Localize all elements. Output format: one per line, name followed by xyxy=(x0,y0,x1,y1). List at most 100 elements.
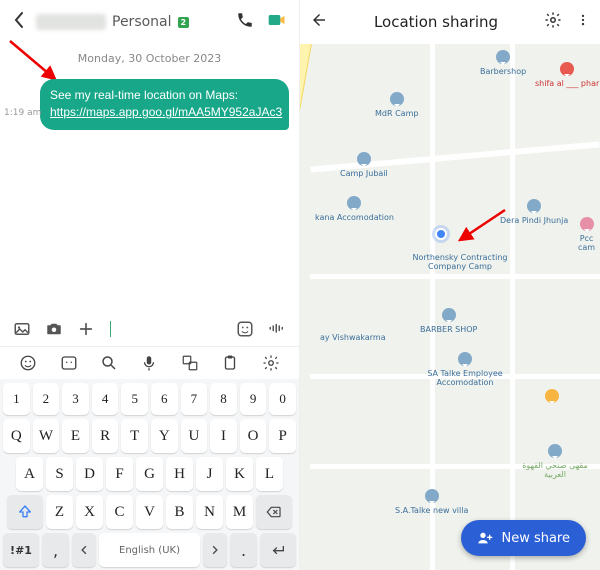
kb-key-s[interactable]: S xyxy=(46,457,73,491)
location-header: Location sharing xyxy=(300,0,600,44)
gif-icon[interactable] xyxy=(59,353,79,373)
contact-tag: Personal xyxy=(112,14,172,30)
poi-restaurant[interactable] xyxy=(545,389,559,407)
kb-key-c[interactable]: C xyxy=(106,495,133,529)
voice-call-icon[interactable] xyxy=(233,11,257,33)
kb-row-3: Z X C V B N M xyxy=(3,495,296,529)
kb-lang-next[interactable] xyxy=(203,533,227,567)
kb-key-n[interactable]: N xyxy=(196,495,223,529)
add-icon[interactable] xyxy=(76,319,96,339)
settings-icon[interactable] xyxy=(544,11,562,33)
date-stamp: Monday, 30 October 2023 xyxy=(0,52,299,65)
message-input[interactable] xyxy=(108,318,223,340)
poi-arabic[interactable]: مقهى صنحي القهوة العربية xyxy=(520,444,590,479)
location-link[interactable]: https://maps.app.goo.gl/mAA5MY952aJAc3 xyxy=(50,105,282,119)
kb-key-y[interactable]: Y xyxy=(151,419,178,453)
kb-symbols[interactable]: !#1 xyxy=(3,533,39,567)
back-icon[interactable] xyxy=(10,12,28,32)
sticker-icon[interactable] xyxy=(235,319,255,339)
kb-key-h[interactable]: H xyxy=(166,457,193,491)
kb-row-4: !#1 , English (UK) . xyxy=(3,533,296,567)
kb-key-d[interactable]: D xyxy=(76,457,103,491)
poi-kana[interactable]: kana Accomodation xyxy=(315,196,394,223)
poi-dera[interactable]: Dera Pindi Jhunja xyxy=(500,199,568,226)
kb-key-6[interactable]: 6 xyxy=(151,383,178,415)
kb-key-f[interactable]: F xyxy=(106,457,133,491)
kb-key-b[interactable]: B xyxy=(166,495,193,529)
kb-key-u[interactable]: U xyxy=(181,419,208,453)
poi-pcc[interactable]: Pcc cam xyxy=(573,217,600,252)
new-share-button[interactable]: New share xyxy=(461,520,586,556)
kb-period[interactable]: . xyxy=(230,533,257,567)
map-canvas[interactable]: Barbershop shifa al ___ phar MdR Camp Ca… xyxy=(300,44,600,570)
kb-key-z[interactable]: Z xyxy=(46,495,73,529)
message-bubble[interactable]: See my real-time location on Maps: https… xyxy=(40,79,289,130)
add-person-icon xyxy=(477,530,493,546)
kb-row-1: Q W E R T Y U I O P xyxy=(3,419,296,453)
translate-icon[interactable] xyxy=(180,353,200,373)
clipboard-icon[interactable] xyxy=(220,353,240,373)
kb-key-i[interactable]: I xyxy=(210,419,237,453)
location-sharing-screen: Location sharing Barbershop shifa al ___… xyxy=(300,0,600,570)
poi-barbershop[interactable]: Barbershop xyxy=(480,50,526,77)
my-location-dot[interactable] xyxy=(435,228,447,240)
kb-key-g[interactable]: G xyxy=(136,457,163,491)
kb-shift[interactable] xyxy=(7,495,43,529)
kb-key-3[interactable]: 3 xyxy=(62,383,89,415)
video-call-icon[interactable] xyxy=(265,10,289,34)
back-icon[interactable] xyxy=(310,11,328,33)
kb-key-0[interactable]: 0 xyxy=(269,383,296,415)
kb-key-t[interactable]: T xyxy=(121,419,148,453)
kb-key-8[interactable]: 8 xyxy=(210,383,237,415)
kb-key-2[interactable]: 2 xyxy=(33,383,60,415)
gallery-icon[interactable] xyxy=(12,319,32,339)
kb-key-e[interactable]: E xyxy=(62,419,89,453)
poi-vishwakarma[interactable]: ay Vishwakarma xyxy=(320,334,386,343)
message-time: 1:19 am xyxy=(4,108,41,118)
kb-key-5[interactable]: 5 xyxy=(121,383,148,415)
kb-row-2: A S D F G H J K L xyxy=(3,457,296,491)
kb-comma[interactable]: , xyxy=(42,533,69,567)
kb-key-7[interactable]: 7 xyxy=(181,383,208,415)
settings-icon[interactable] xyxy=(261,353,281,373)
kb-key-q[interactable]: Q xyxy=(3,419,30,453)
road xyxy=(310,274,600,279)
kb-lang-prev[interactable] xyxy=(72,533,96,567)
emoji-icon[interactable] xyxy=(18,353,38,373)
kb-key-1[interactable]: 1 xyxy=(3,383,30,415)
poi-jubail[interactable]: Camp Jubail xyxy=(340,152,388,179)
kb-key-9[interactable]: 9 xyxy=(240,383,267,415)
kb-key-l[interactable]: L xyxy=(256,457,283,491)
search-icon[interactable] xyxy=(99,353,119,373)
kb-key-w[interactable]: W xyxy=(33,419,60,453)
mic-icon[interactable] xyxy=(139,353,159,373)
kb-key-r[interactable]: R xyxy=(92,419,119,453)
kb-key-v[interactable]: V xyxy=(136,495,163,529)
more-icon[interactable] xyxy=(576,11,590,33)
location-title: Location sharing xyxy=(336,13,536,31)
kb-space[interactable]: English (UK) xyxy=(99,533,200,567)
kb-key-m[interactable]: M xyxy=(226,495,253,529)
kb-key-o[interactable]: O xyxy=(240,419,267,453)
poi-shifa[interactable]: shifa al ___ phar xyxy=(535,62,599,89)
contact-name-redacted xyxy=(36,14,106,30)
kb-key-x[interactable]: X xyxy=(76,495,103,529)
poi-mdr[interactable]: MdR Camp xyxy=(375,92,418,119)
kb-enter[interactable] xyxy=(260,533,296,567)
kb-backspace[interactable] xyxy=(256,495,292,529)
kb-key-k[interactable]: K xyxy=(226,457,253,491)
kb-key-j[interactable]: J xyxy=(196,457,223,491)
contact-title[interactable]: Personal 2 xyxy=(36,14,225,30)
poi-barber-shop[interactable]: BARBER SHOP xyxy=(420,308,477,335)
poi-satalke[interactable]: SA Talke Employee Accomodation xyxy=(415,352,515,387)
poi-northensky[interactable]: Northensky Contracting Company Camp xyxy=(405,254,515,272)
camera-icon[interactable] xyxy=(44,319,64,339)
kb-key-p[interactable]: P xyxy=(269,419,296,453)
keyboard: 1 2 3 4 5 6 7 8 9 0 Q W E R T Y U I O xyxy=(0,379,299,570)
kb-number-row: 1 2 3 4 5 6 7 8 9 0 xyxy=(3,383,296,415)
kb-key-4[interactable]: 4 xyxy=(92,383,119,415)
voice-input-icon[interactable] xyxy=(267,319,287,339)
kb-key-a[interactable]: A xyxy=(16,457,43,491)
new-share-label: New share xyxy=(501,531,570,546)
poi-villa[interactable]: S.A.Talke new villa xyxy=(395,489,468,516)
